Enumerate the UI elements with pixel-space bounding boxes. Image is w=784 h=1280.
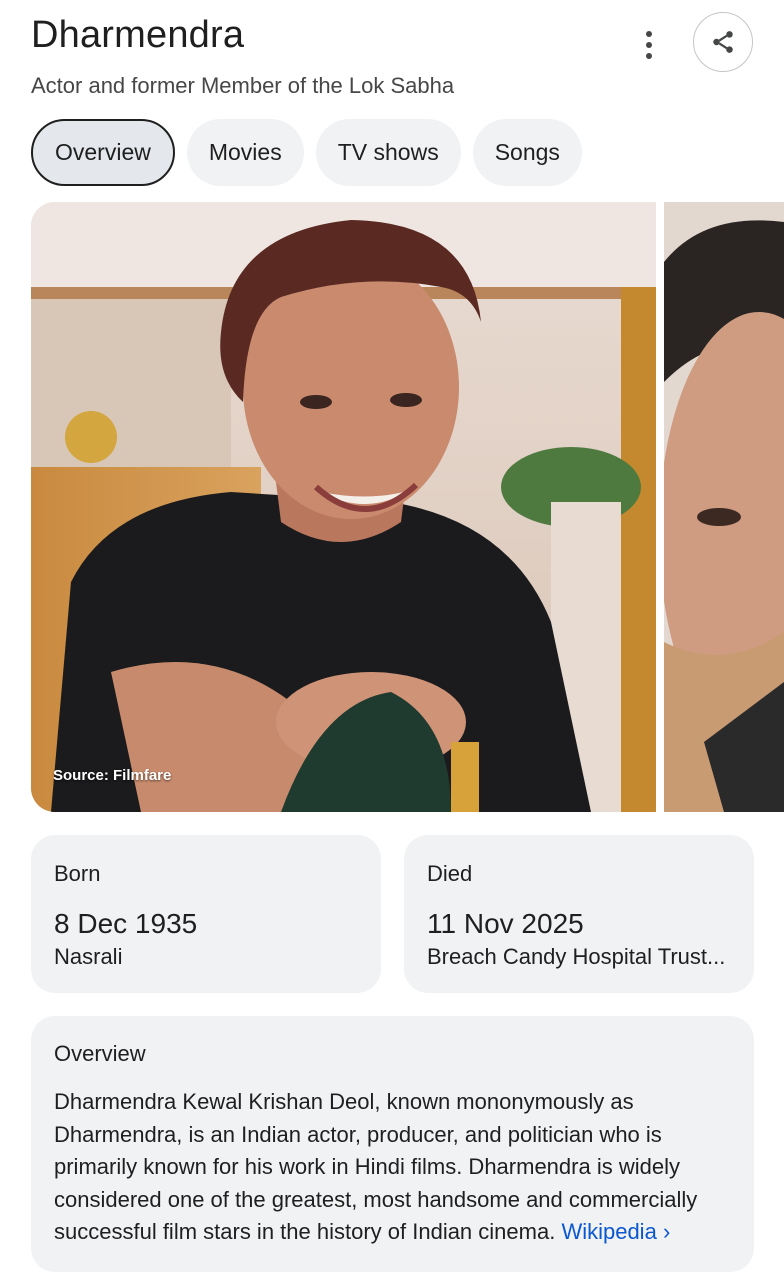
more-vert-icon-dot <box>646 42 652 48</box>
share-icon <box>713 31 733 53</box>
page-subtitle: Actor and former Member of the Lok Sabha <box>31 73 455 98</box>
overview-description: Dharmendra Kewal Krishan Deol, known mon… <box>54 1086 744 1249</box>
tab-songs[interactable]: Songs <box>472 119 582 186</box>
died-place: Breach Candy Hospital Trust... <box>427 944 726 969</box>
tab-tv-shows[interactable]: TV shows <box>315 119 461 186</box>
born-card[interactable]: Born 8 Dec 1935 Nasrali <box>31 835 381 993</box>
second-portrait-photo <box>664 202 784 812</box>
main-photo[interactable]: Source: Filmfare <box>31 202 656 812</box>
portrait-photo <box>31 202 656 812</box>
wikipedia-link[interactable]: Wikipedia › <box>561 1219 670 1244</box>
chevron-right-icon: › <box>662 1219 671 1244</box>
born-place: Nasrali <box>54 944 123 969</box>
born-date: 8 Dec 1935 <box>54 908 198 939</box>
tab-movies[interactable]: Movies <box>186 119 304 186</box>
more-options-button[interactable] <box>630 26 668 64</box>
overview-heading: Overview <box>54 1041 146 1066</box>
share-button[interactable] <box>693 12 753 72</box>
image-source-caption: Source: Filmfare <box>53 767 172 784</box>
overview-card: Overview Dharmendra Kewal Krishan Deol, … <box>31 1016 754 1272</box>
more-vert-icon <box>646 31 652 37</box>
page-title: Dharmendra <box>31 14 245 56</box>
died-label: Died <box>427 861 473 886</box>
died-card[interactable]: Died 11 Nov 2025 Breach Candy Hospital T… <box>404 835 754 993</box>
more-vert-icon-dot <box>646 53 652 59</box>
tab-overview[interactable]: Overview <box>31 119 175 186</box>
next-photo[interactable] <box>664 202 784 812</box>
born-label: Born <box>54 861 101 886</box>
died-date: 11 Nov 2025 <box>427 908 584 939</box>
tab-bar: Overview Movies TV shows Songs <box>31 119 582 186</box>
wikipedia-link-label: Wikipedia <box>561 1219 657 1244</box>
